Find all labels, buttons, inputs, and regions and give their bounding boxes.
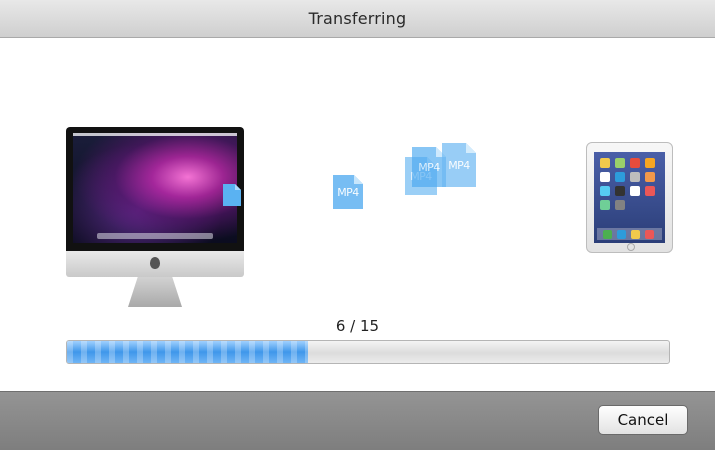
cancel-button[interactable]: Cancel [598, 405, 688, 435]
file-icon [222, 183, 242, 207]
ipad-app-grid [600, 158, 660, 214]
imac-screen [73, 133, 237, 243]
progress-bar-fill [67, 341, 308, 363]
imac-dock [97, 233, 213, 239]
progress-bar [66, 340, 670, 364]
file-type-label: MP4 [337, 185, 359, 199]
file-type-label: MP4 [448, 158, 470, 172]
imac-stand [128, 277, 182, 307]
file-icon: MP4 [441, 142, 477, 188]
title-bar[interactable]: Transferring [0, 0, 715, 38]
imac-menubar [73, 133, 237, 136]
apple-logo-icon [150, 257, 160, 269]
imac-chin [66, 251, 244, 277]
ipad-screen [594, 152, 665, 243]
ipad-dock [597, 228, 662, 240]
window-title: Transferring [308, 9, 407, 28]
progress-count: 6 / 15 [335, 317, 380, 335]
bottom-bar: Cancel [0, 391, 715, 450]
imac-bezel [66, 127, 244, 251]
ipad-home-button [627, 243, 635, 251]
imac-icon [66, 127, 244, 311]
file-icon: MP4 [332, 174, 364, 210]
transfer-window: Transferring MP4 MP4 MP4 6 / 15 Cancel [0, 0, 715, 450]
transfer-content: MP4 MP4 MP4 MP4 [0, 38, 715, 391]
ipad-icon [586, 142, 673, 253]
